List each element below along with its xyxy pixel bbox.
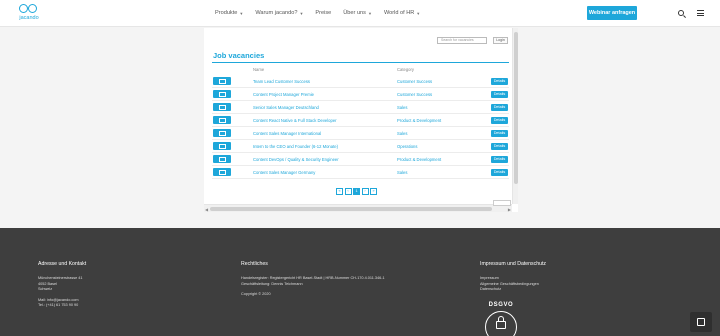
job-name-link[interactable]: Content Sales Manager International [253,131,321,136]
vertical-scrollbar[interactable] [512,28,518,204]
pager-last-button[interactable]: » [370,188,377,195]
job-name-link[interactable]: Intern to the CEO and Founder (6-12 Mona… [253,144,338,149]
job-name-link[interactable]: Senior Sales Manager Deutschland [253,105,319,110]
job-name-link[interactable]: Content DevOps / Quality & Security Engi… [253,157,339,162]
envelope-icon[interactable] [213,77,231,85]
table-row: Team Lead Customer Success Customer Succ… [212,75,509,88]
job-category: Sales [397,170,408,175]
table-row: Intern to the CEO and Founder (6-12 Mona… [212,140,509,153]
job-category: Operations [397,144,418,149]
vacancy-search-input[interactable]: Search for vacancies [437,37,487,44]
page-title: Job vacancies [213,51,265,60]
footer-heading: Adresse und Kontakt [38,261,87,267]
envelope-icon[interactable] [213,103,231,111]
nav-item-world-of-hr[interactable]: World of HR ▼ [384,10,420,16]
jacando-logo[interactable]: jacando [16,4,42,24]
details-button[interactable]: Details [491,78,508,85]
search-icon[interactable] [678,10,684,16]
footer-imprint-column: Impressum und Datenschutz Impressum Allg… [480,261,546,293]
job-name-link[interactable]: Content Project Manager Premie [253,92,314,97]
table-row: Content Project Manager Premie Customer … [212,88,509,101]
details-button[interactable]: Details [491,104,508,111]
chevron-down-icon: ▼ [239,10,244,16]
horizontal-scrollbar[interactable]: ◀ ▶ [204,204,512,212]
details-button[interactable]: Details [491,91,508,98]
job-name-link[interactable]: Team Lead Customer Success [253,79,310,84]
pager-next-button[interactable]: › [361,188,369,195]
privacy-link[interactable]: Datenschutz [480,287,546,293]
dsgvo-badge: DSGVO [481,302,521,336]
details-button[interactable]: Details [491,156,508,163]
login-button[interactable]: Login [493,37,508,44]
site-footer: Adresse und Kontakt Münchensteinerstrass… [0,228,720,336]
pagination: « ‹ 1 › » [336,188,377,195]
nav-item-ueber-uns[interactable]: Über uns ▼ [343,10,372,16]
webinar-button[interactable]: Webinar anfragen [587,6,637,20]
scroll-left-icon[interactable]: ◀ [205,207,208,212]
table-row: Content React Native & Full Stack Develo… [212,114,509,127]
envelope-icon[interactable] [213,142,231,150]
footer-address-column: Adresse und Kontakt Münchensteinerstrass… [38,261,86,309]
lock-body-icon [496,321,506,329]
envelope-icon[interactable] [213,116,231,124]
pager-prev-button[interactable]: ‹ [344,188,352,195]
badge-text: DSGVO [488,302,514,308]
pager-page-button[interactable]: 1 [353,188,360,195]
footer-legal-column: Rechtliches Handelsregister: Registerger… [241,261,385,298]
table-row: Content Sales Manager International Sale… [212,127,509,140]
details-button[interactable]: Details [491,117,508,124]
nav-item-warum[interactable]: Warum jacando? ▼ [255,10,303,16]
cookie-settings-icon[interactable] [690,312,712,332]
table-row: Content Sales Manager Germany Sales Deta… [212,166,509,179]
details-button[interactable]: Details [491,130,508,137]
nav-item-preise[interactable]: Preise [315,10,331,16]
column-header-category[interactable]: Category [397,67,414,72]
job-name-link[interactable]: Content React Native & Full Stack Develo… [253,118,337,123]
nav-item-produkte[interactable]: Produkte ▼ [215,10,243,16]
scroll-right-icon[interactable]: ▶ [508,207,511,212]
address-line: Münchensteinerstrasse 41 [38,276,83,280]
job-category: Product & Development [397,157,442,162]
job-category: Sales [397,131,408,136]
legal-line: Handelsregister: Registergericht HR Base… [241,276,385,280]
pager-first-button[interactable]: « [336,188,343,195]
page: jacando Produkte ▼ Warum jacando? ▼ Preise… [0,0,720,336]
frame-mini-button[interactable] [493,200,511,206]
chevron-down-icon: ▼ [367,10,372,16]
envelope-icon[interactable] [213,155,231,163]
job-category: Customer Success [397,79,433,84]
menu-icon[interactable] [697,10,704,16]
job-category: Product & Development [397,118,442,123]
envelope-icon[interactable] [213,168,231,176]
envelope-icon[interactable] [213,90,231,98]
logo-rings-icon [19,4,39,14]
table-row: Content DevOps / Quality & Security Engi… [212,153,509,166]
job-category: Customer Success [397,92,433,97]
job-category: Sales [397,105,408,110]
envelope-icon[interactable] [213,129,231,137]
footer-heading: Rechtliches [241,261,268,267]
details-button[interactable]: Details [491,169,508,176]
table-row: Senior Sales Manager Deutschland Sales D… [212,101,509,114]
details-button[interactable]: Details [491,143,508,150]
contact-phone[interactable]: Tel.: (+41) 61 753 90 90 [38,303,86,309]
chevron-down-icon: ▼ [299,10,304,16]
logo-text: jacando [19,15,39,21]
chevron-down-icon: ▼ [416,10,421,16]
job-name-link[interactable]: Content Sales Manager Germany [253,170,315,175]
vacancy-list: Team Lead Customer Success Customer Succ… [212,75,509,179]
footer-heading: Impressum und Datenschutz [480,261,547,267]
site-header: jacando Produkte ▼ Warum jacando? ▼ Preise… [0,0,720,27]
title-divider [212,62,509,63]
main-nav: Produkte ▼ Warum jacando? ▼ Preise Über un… [215,10,432,16]
column-header-name[interactable]: Name [253,67,264,72]
copyright: Copyright © 2020 [241,292,271,297]
